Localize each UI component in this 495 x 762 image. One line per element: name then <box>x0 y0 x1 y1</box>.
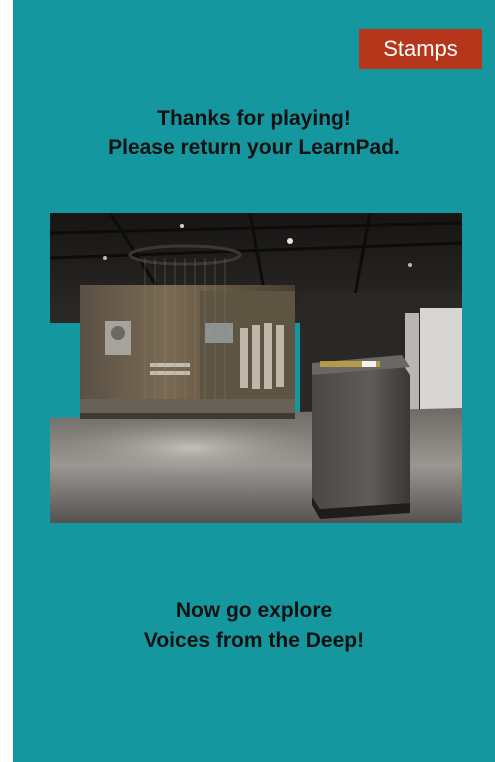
explore-line: Now go explore <box>175 599 333 622</box>
app-screen: Stamps Thanks for playing! Please return… <box>13 0 495 762</box>
return-learnpad-line: Please return your LearnPad. <box>108 136 400 159</box>
thanks-line: Thanks for playing! <box>157 107 351 130</box>
thanks-message: Thanks for playing! Please return your L… <box>13 104 495 162</box>
stamps-button[interactable]: Stamps <box>359 29 482 69</box>
voices-line: Voices from the Deep! <box>143 629 365 652</box>
exhibit-photo <box>50 213 462 523</box>
explore-message: Now go explore Voices from the Deep! <box>13 596 495 656</box>
